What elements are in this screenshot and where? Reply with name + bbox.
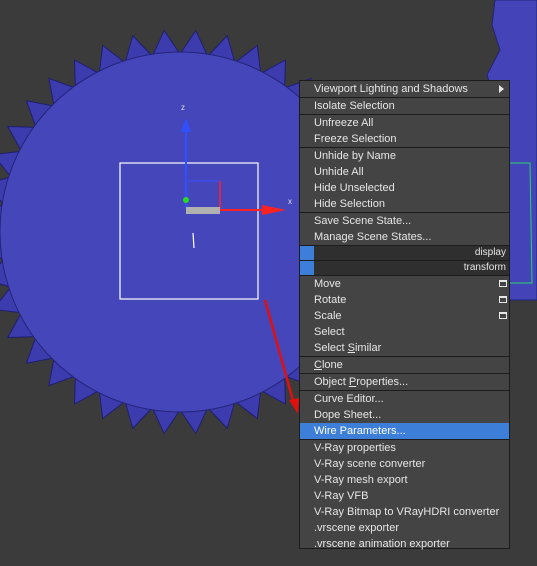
menu-item-isolate-selection[interactable]: Isolate Selection (300, 98, 509, 114)
menu-item-move[interactable]: Move (300, 276, 509, 292)
menu-item-viewport-lighting[interactable]: Viewport Lighting and Shadows (300, 81, 509, 97)
menu-item-manage-scene-states[interactable]: Manage Scene States... (300, 229, 509, 245)
gizmo-x-label: x (288, 197, 292, 206)
menu-item-hide-unselected[interactable]: Hide Unselected (300, 180, 509, 196)
menu-item-curve-editor[interactable]: Curve Editor... (300, 391, 509, 407)
menu-item-hide-selection[interactable]: Hide Selection (300, 196, 509, 212)
menu-item-vrscene-exporter[interactable]: .vrscene exporter (300, 520, 509, 536)
submenu-arrow-icon (499, 85, 504, 93)
menu-item-scale[interactable]: Scale (300, 308, 509, 324)
menu-item-vray-scene-converter[interactable]: V-Ray scene converter (300, 456, 509, 472)
context-menu: Viewport Lighting and Shadows Isolate Se… (299, 80, 510, 552)
quad-header-display: display (300, 246, 509, 260)
menu-item-unhide-by-name[interactable]: Unhide by Name (300, 148, 509, 164)
menu-item-select-similar[interactable]: Select Similar (300, 340, 509, 356)
menu-item-vray-properties[interactable]: V-Ray properties (300, 440, 509, 456)
menu-item-vray-mesh-export[interactable]: V-Ray mesh export (300, 472, 509, 488)
menu-item-unfreeze-all[interactable]: Unfreeze All (300, 115, 509, 131)
menu-item-clone[interactable]: Clone (300, 357, 509, 373)
quad-header-transform: transform (300, 261, 509, 275)
menu-item-vrscene-animation-exporter[interactable]: .vrscene animation exporter (300, 536, 509, 552)
menu-item-wire-parameters[interactable]: Wire Parameters... (300, 423, 509, 439)
menu-item-object-properties[interactable]: Object Properties... (300, 374, 509, 390)
settings-box-icon[interactable] (499, 312, 507, 319)
menu-item-unhide-all[interactable]: Unhide All (300, 164, 509, 180)
gizmo-z-label: z (181, 103, 185, 112)
menu-item-dope-sheet[interactable]: Dope Sheet... (300, 407, 509, 423)
menu-item-rotate[interactable]: Rotate (300, 292, 509, 308)
menu-item-select[interactable]: Select (300, 324, 509, 340)
settings-box-icon[interactable] (499, 296, 507, 303)
menu-item-vray-vfb[interactable]: V-Ray VFB (300, 488, 509, 504)
settings-box-icon[interactable] (499, 280, 507, 287)
menu-item-freeze-selection[interactable]: Freeze Selection (300, 131, 509, 147)
menu-item-save-scene-state[interactable]: Save Scene State... (300, 213, 509, 229)
menu-item-vray-bitmap-converter[interactable]: V-Ray Bitmap to VRayHDRI converter (300, 504, 509, 520)
